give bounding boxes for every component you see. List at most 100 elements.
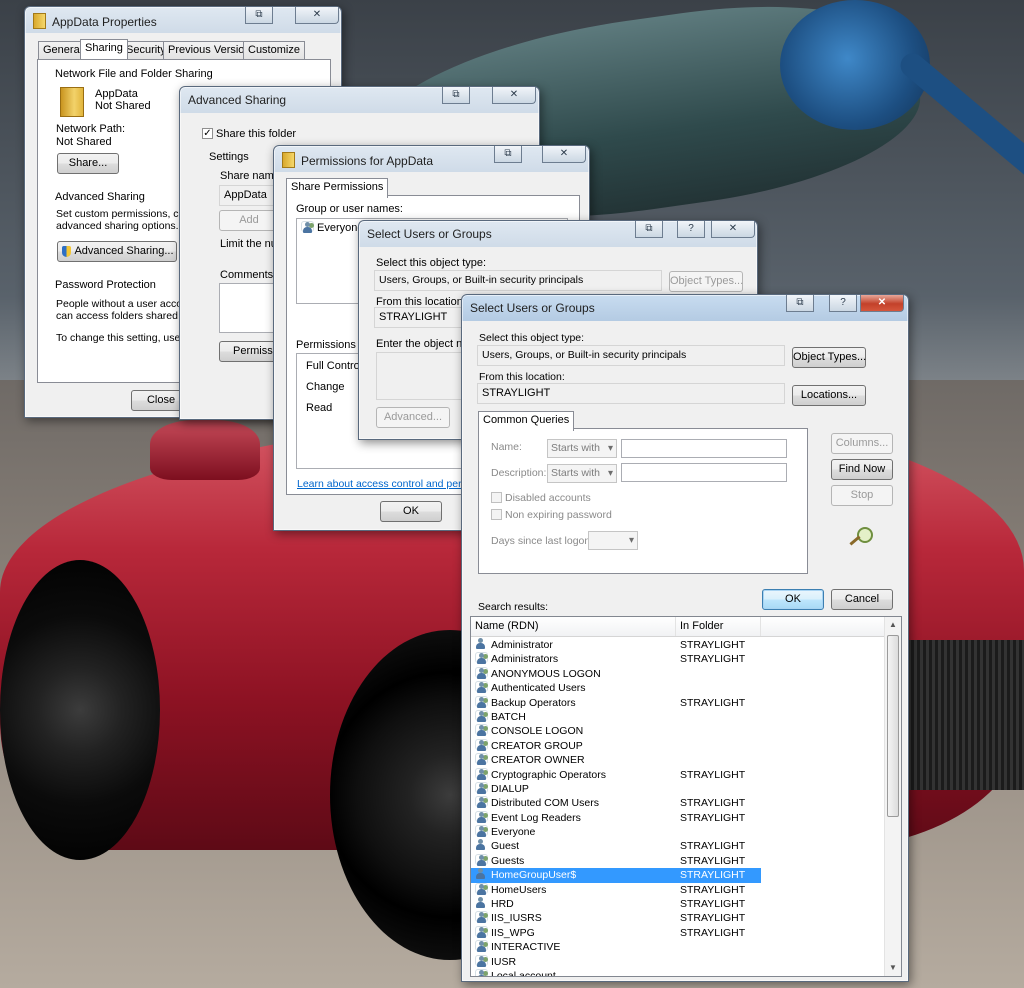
- description-input[interactable]: [621, 463, 787, 482]
- object-types-button[interactable]: Object Types...: [669, 271, 743, 292]
- restore-icon[interactable]: ⧉: [494, 146, 522, 163]
- tab-common-queries[interactable]: Common Queries: [478, 411, 575, 431]
- results-rows: Administrator STRAYLIGHT Administrators STR…: [471, 638, 885, 976]
- row-name: CREATOR GROUP: [475, 738, 583, 753]
- scroll-up-arrow-icon[interactable]: ▲: [885, 617, 901, 633]
- row-name: CONSOLE LOGON: [475, 724, 583, 738]
- help-icon[interactable]: ?: [677, 221, 705, 238]
- row-folder: STRAYLIGHT: [680, 653, 746, 666]
- table-row[interactable]: IIS_WPG STRAYLIGHT: [471, 925, 885, 940]
- restore-icon[interactable]: ⧉: [635, 221, 663, 238]
- table-row[interactable]: Guest STRAYLIGHT: [471, 839, 885, 853]
- group-icon: [475, 652, 488, 665]
- share-name-field[interactable]: AppData: [219, 185, 279, 206]
- row-name-text: Everyone: [491, 826, 536, 839]
- stop-button[interactable]: Stop: [831, 485, 893, 506]
- table-row[interactable]: HomeGroupUser$ STRAYLIGHT: [471, 868, 761, 883]
- object-names-field[interactable]: [376, 352, 466, 400]
- column-header-name[interactable]: Name (RDN): [471, 617, 676, 636]
- name-mode-select[interactable]: Starts with: [547, 439, 617, 458]
- close-icon[interactable]: ✕: [492, 87, 536, 104]
- cancel-button[interactable]: Cancel: [831, 589, 893, 610]
- table-row[interactable]: BATCH: [471, 709, 885, 724]
- locations-button[interactable]: Locations...: [792, 385, 866, 406]
- advanced-button[interactable]: Advanced...: [376, 407, 450, 428]
- days-since-logon-label: Days since last logon:: [491, 535, 594, 547]
- tab-sharing[interactable]: Sharing: [80, 39, 128, 59]
- ok-button[interactable]: OK: [380, 501, 442, 522]
- close-icon[interactable]: ✕: [860, 295, 904, 312]
- share-button[interactable]: Share...: [57, 153, 119, 174]
- table-row[interactable]: CREATOR OWNER: [471, 753, 885, 767]
- find-now-button[interactable]: Find Now: [831, 459, 893, 480]
- location-field: STRAYLIGHT: [477, 383, 785, 404]
- table-row[interactable]: Administrator STRAYLIGHT: [471, 638, 885, 652]
- table-row[interactable]: Local account: [471, 968, 885, 976]
- add-button[interactable]: Add: [219, 210, 279, 231]
- object-type-field: Users, Groups, or Built-in security prin…: [374, 270, 662, 291]
- table-row[interactable]: Authenticated Users: [471, 681, 885, 695]
- table-row[interactable]: IUSR: [471, 954, 885, 969]
- results-scrollbar[interactable]: ▲ ▼: [884, 617, 901, 976]
- table-row[interactable]: CONSOLE LOGON: [471, 724, 885, 738]
- disabled-accounts-checkbox[interactable]: [491, 492, 502, 503]
- restore-icon[interactable]: ⧉: [786, 295, 814, 312]
- row-name-text: IUSR: [491, 955, 517, 968]
- table-row[interactable]: DIALUP: [471, 781, 885, 796]
- name-input[interactable]: [621, 439, 787, 458]
- description-label: Description:: [491, 467, 547, 479]
- object-types-button[interactable]: Object Types...: [792, 347, 866, 368]
- window-title: Permissions for AppData: [301, 154, 434, 168]
- scrollbar-thumb[interactable]: [887, 635, 899, 817]
- object-type-field: Users, Groups, or Built-in security prin…: [477, 345, 785, 366]
- comments-field[interactable]: [219, 283, 279, 333]
- table-row[interactable]: Cryptographic Operators STRAYLIGHT: [471, 767, 885, 782]
- password-desc-line1: People without a user account: [56, 298, 197, 310]
- table-row[interactable]: ANONYMOUS LOGON: [471, 666, 885, 681]
- close-icon[interactable]: ✕: [711, 221, 755, 238]
- group-icon: [475, 666, 488, 679]
- tab-customize[interactable]: Customize: [243, 41, 305, 59]
- non-expiring-checkbox[interactable]: [491, 509, 502, 520]
- columns-button[interactable]: Columns...: [831, 433, 893, 454]
- window-title: Select Users or Groups: [470, 301, 595, 315]
- table-row[interactable]: Everyone: [471, 825, 885, 839]
- row-name-text: HRD: [491, 898, 514, 911]
- table-row[interactable]: Distributed COM Users STRAYLIGHT: [471, 796, 885, 810]
- permissions-button[interactable]: Permissio: [219, 341, 281, 362]
- ok-button[interactable]: OK: [762, 589, 824, 610]
- advanced-sharing-label: Advanced Sharing...: [74, 245, 174, 257]
- table-row[interactable]: Administrators STRAYLIGHT: [471, 652, 885, 666]
- help-icon[interactable]: ?: [829, 295, 857, 312]
- table-row[interactable]: HomeUsers STRAYLIGHT: [471, 882, 885, 897]
- close-icon[interactable]: ✕: [542, 146, 586, 163]
- row-name: IUSR: [475, 954, 517, 969]
- close-icon[interactable]: ✕: [295, 7, 339, 24]
- search-results-list[interactable]: Name (RDN) In Folder Administrator STRAYL…: [470, 616, 902, 977]
- restore-icon[interactable]: ⧉: [245, 7, 273, 24]
- description-mode-select[interactable]: Starts with: [547, 464, 617, 483]
- column-header-folder[interactable]: In Folder: [676, 617, 761, 636]
- restore-icon[interactable]: ⧉: [442, 87, 470, 104]
- days-since-logon-select[interactable]: [588, 531, 638, 550]
- table-row[interactable]: HRD STRAYLIGHT: [471, 897, 885, 911]
- password-desc-line3: To change this setting, use the: [56, 332, 198, 344]
- advanced-section-title: Advanced Sharing: [55, 191, 145, 203]
- advanced-sharing-button[interactable]: Advanced Sharing...: [57, 241, 177, 262]
- table-row[interactable]: Event Log Readers STRAYLIGHT: [471, 810, 885, 825]
- row-name: BATCH: [475, 709, 526, 724]
- row-folder: STRAYLIGHT: [680, 797, 746, 810]
- table-row[interactable]: Guests STRAYLIGHT: [471, 853, 885, 868]
- search-magnifier-icon: [849, 527, 873, 547]
- tab-share-permissions[interactable]: Share Permissions: [286, 178, 389, 198]
- table-row[interactable]: IIS_IUSRS STRAYLIGHT: [471, 911, 885, 925]
- table-row[interactable]: CREATOR GROUP: [471, 738, 885, 753]
- window-title: AppData Properties: [52, 15, 157, 29]
- scroll-down-arrow-icon[interactable]: ▼: [885, 960, 901, 976]
- row-name-text: ANONYMOUS LOGON: [491, 667, 601, 680]
- table-row[interactable]: INTERACTIVE: [471, 940, 885, 954]
- share-folder-checkbox[interactable]: ✓: [202, 128, 213, 139]
- table-row[interactable]: Backup Operators STRAYLIGHT: [471, 695, 885, 710]
- non-expiring-label: Non expiring password: [505, 509, 612, 521]
- settings-label: Settings: [209, 151, 249, 163]
